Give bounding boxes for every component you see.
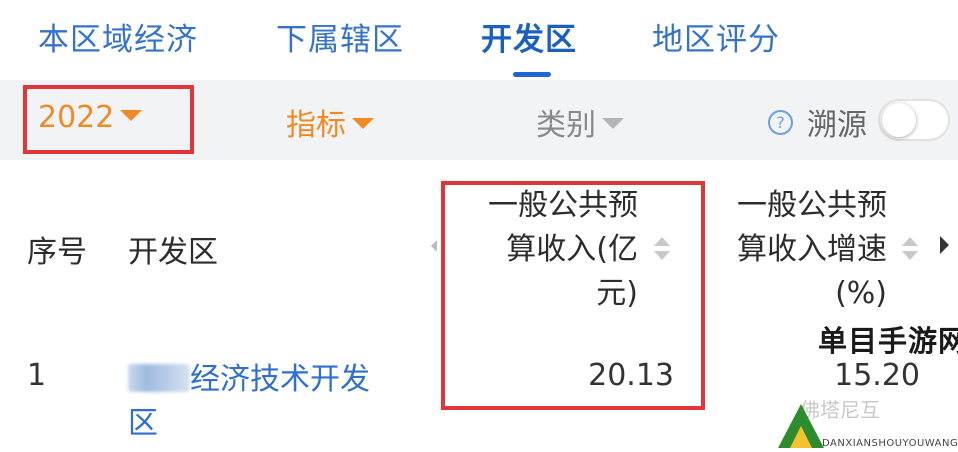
site-logo-watermark: 单目手游网 DANXIANSHOUYOUWANG	[760, 318, 958, 452]
top-tab-bar: 本区域经济 下属辖区 开发区 地区评分	[0, 0, 958, 80]
row-seq: 1	[27, 358, 47, 393]
tab-subordinate-districts[interactable]: 下属辖区	[276, 14, 404, 59]
scroll-right-icon[interactable]	[940, 236, 949, 254]
header-growth-line: 一般公共预	[737, 188, 887, 223]
caret-down-icon	[352, 118, 374, 129]
trace-source-label: 溯源	[807, 108, 867, 143]
redacted-blur	[128, 363, 190, 392]
indicator-dropdown[interactable]: 指标	[286, 100, 374, 144]
tab-regional-score[interactable]: 地区评分	[652, 14, 780, 59]
logo-badge-icon	[778, 404, 824, 448]
tab-development-zones[interactable]: 开发区	[481, 14, 577, 59]
header-growth-line: 算收入增速	[737, 232, 887, 267]
indicator-label: 指标	[286, 108, 346, 143]
toggle-knob	[882, 103, 916, 137]
scroll-left-icon[interactable]	[431, 240, 437, 252]
logo-subtitle: DANXIANSHOUYOUWANG	[822, 438, 958, 449]
header-growth[interactable]: 一般公共预 算收入增速 (%)	[705, 184, 887, 316]
zone-name-line1: 经济技术开发	[190, 362, 370, 397]
year-highlight-box	[23, 85, 194, 154]
logo-title: 单目手游网	[818, 324, 958, 358]
row-zone-name-link[interactable]: 经济技术开发 区	[128, 358, 408, 446]
header-zone: 开发区	[128, 235, 218, 270]
tab-regional-economy[interactable]: 本区域经济	[38, 14, 198, 59]
help-icon[interactable]: ?	[768, 110, 793, 135]
header-seq: 序号	[27, 235, 87, 270]
category-dropdown[interactable]: 类别	[536, 100, 624, 144]
caret-down-icon	[602, 118, 624, 129]
sort-ascending-icon[interactable]	[902, 237, 918, 246]
revenue-highlight-box	[441, 181, 705, 410]
category-label: 类别	[536, 108, 596, 143]
zone-name-line2: 区	[128, 406, 158, 441]
sort-descending-icon[interactable]	[902, 251, 918, 260]
header-growth-line: (%)	[835, 276, 887, 311]
active-tab-indicator	[513, 72, 551, 77]
trace-source-toggle[interactable]	[878, 99, 950, 141]
